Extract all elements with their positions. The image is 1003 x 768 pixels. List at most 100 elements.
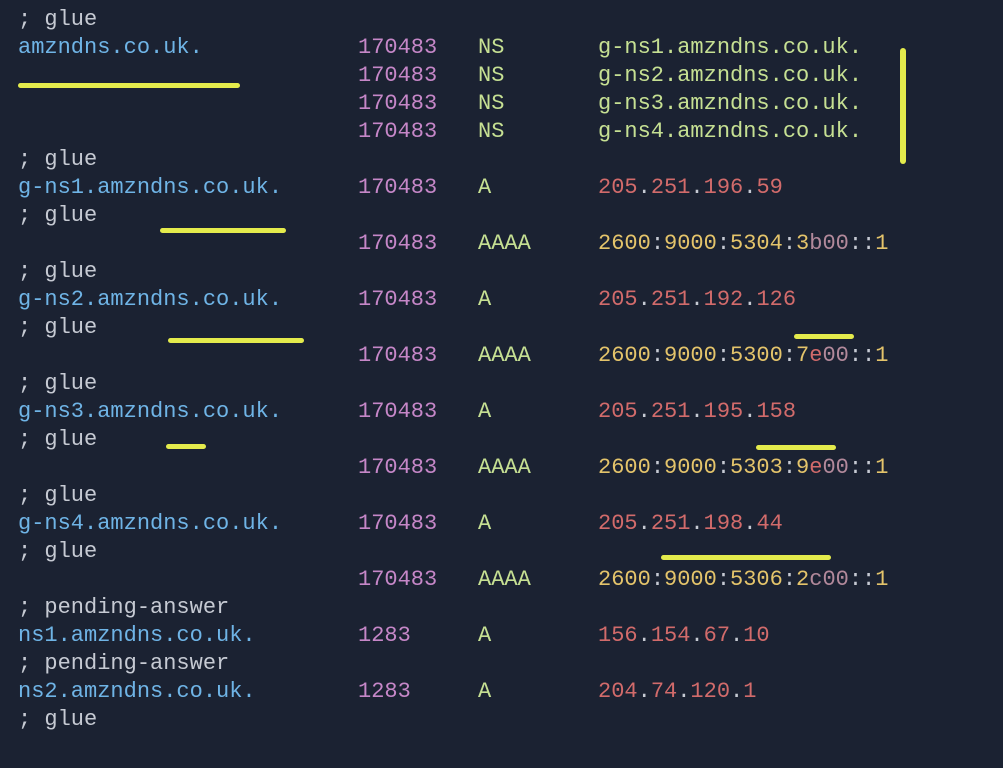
- record-row: ; glue: [18, 370, 888, 398]
- record-ttl: 170483: [358, 34, 478, 62]
- record-row: g-ns2.amzndns.co.uk.170483A205.251.192.1…: [18, 286, 888, 314]
- record-name: ; pending-answer: [18, 650, 358, 678]
- record-name: ; glue: [18, 146, 358, 174]
- record-ttl: 170483: [358, 90, 478, 118]
- record-type: [478, 370, 598, 398]
- record-ttl: 170483: [358, 454, 478, 482]
- record-type: [478, 650, 598, 678]
- record-value: [598, 370, 888, 398]
- record-ttl: [358, 370, 478, 398]
- record-value: [598, 706, 888, 734]
- record-name: [18, 118, 358, 146]
- record-type: A: [478, 622, 598, 650]
- record-row: 170483AAAA2600:9000:5304:3b00::1: [18, 230, 888, 258]
- record-ttl: [358, 482, 478, 510]
- record-ttl: 1283: [358, 678, 478, 706]
- record-ttl: [358, 258, 478, 286]
- record-name: ; pending-answer: [18, 594, 358, 622]
- record-ttl: 170483: [358, 510, 478, 538]
- record-table: ; glueamzndns.co.uk.170483NSg-ns1.amzndn…: [18, 6, 888, 734]
- record-value: [598, 314, 888, 342]
- record-name: [18, 454, 358, 482]
- record-ttl: 170483: [358, 174, 478, 202]
- record-type: AAAA: [478, 230, 598, 258]
- dns-text-block: ; glueamzndns.co.uk.170483NSg-ns1.amzndn…: [0, 0, 1003, 734]
- record-type: A: [478, 286, 598, 314]
- record-type: [478, 706, 598, 734]
- record-type: NS: [478, 90, 598, 118]
- record-type: [478, 202, 598, 230]
- record-type: AAAA: [478, 454, 598, 482]
- record-type: A: [478, 174, 598, 202]
- record-row: ; pending-answer: [18, 594, 888, 622]
- record-name: ; glue: [18, 482, 358, 510]
- record-type: [478, 594, 598, 622]
- record-value: 156.154.67.10: [598, 622, 888, 650]
- record-type: [478, 538, 598, 566]
- record-name: [18, 230, 358, 258]
- record-ttl: [358, 6, 478, 34]
- record-value: 205.251.192.126: [598, 286, 888, 314]
- record-row: 170483NSg-ns4.amzndns.co.uk.: [18, 118, 888, 146]
- record-row: 170483AAAA2600:9000:5300:7e00::1: [18, 342, 888, 370]
- record-ttl: 1283: [358, 622, 478, 650]
- record-type: [478, 482, 598, 510]
- record-value: g-ns4.amzndns.co.uk.: [598, 118, 888, 146]
- record-name: ; glue: [18, 314, 358, 342]
- record-ttl: [358, 146, 478, 174]
- record-name: [18, 62, 358, 90]
- record-ttl: [358, 426, 478, 454]
- record-ttl: 170483: [358, 118, 478, 146]
- record-ttl: 170483: [358, 62, 478, 90]
- record-row: ; glue: [18, 258, 888, 286]
- record-value: 2600:9000:5304:3b00::1: [598, 230, 888, 258]
- record-row: g-ns4.amzndns.co.uk.170483A205.251.198.4…: [18, 510, 888, 538]
- record-name: ; glue: [18, 6, 358, 34]
- record-name: ; glue: [18, 706, 358, 734]
- record-type: [478, 258, 598, 286]
- record-name: [18, 90, 358, 118]
- record-type: A: [478, 510, 598, 538]
- record-row: ; glue: [18, 706, 888, 734]
- record-ttl: 170483: [358, 286, 478, 314]
- record-row: ns2.amzndns.co.uk.1283A204.74.120.1: [18, 678, 888, 706]
- record-type: [478, 146, 598, 174]
- record-value: 2600:9000:5306:2c00::1: [598, 566, 888, 594]
- record-name: ns1.amzndns.co.uk.: [18, 622, 358, 650]
- record-name: [18, 566, 358, 594]
- record-value: g-ns2.amzndns.co.uk.: [598, 62, 888, 90]
- record-ttl: 170483: [358, 398, 478, 426]
- record-value: 205.251.198.44: [598, 510, 888, 538]
- record-value: 205.251.196.59: [598, 174, 888, 202]
- record-ttl: [358, 538, 478, 566]
- record-value: [598, 594, 888, 622]
- record-type: AAAA: [478, 566, 598, 594]
- record-ttl: [358, 202, 478, 230]
- record-name: ns2.amzndns.co.uk.: [18, 678, 358, 706]
- record-name: ; glue: [18, 258, 358, 286]
- record-name: g-ns2.amzndns.co.uk.: [18, 286, 358, 314]
- record-row: 170483AAAA2600:9000:5303:9e00::1: [18, 454, 888, 482]
- record-value: 205.251.195.158: [598, 398, 888, 426]
- record-row: ; glue: [18, 538, 888, 566]
- record-ttl: [358, 314, 478, 342]
- highlight-vertical-bar: [900, 48, 906, 164]
- record-name: ; glue: [18, 370, 358, 398]
- record-value: 204.74.120.1: [598, 678, 888, 706]
- record-value: g-ns1.amzndns.co.uk.: [598, 34, 888, 62]
- record-type: A: [478, 398, 598, 426]
- record-type: AAAA: [478, 342, 598, 370]
- record-row: amzndns.co.uk.170483NSg-ns1.amzndns.co.u…: [18, 34, 888, 62]
- record-value: g-ns3.amzndns.co.uk.: [598, 90, 888, 118]
- record-type: [478, 6, 598, 34]
- record-type: [478, 314, 598, 342]
- record-row: ; pending-answer: [18, 650, 888, 678]
- record-ttl: [358, 650, 478, 678]
- record-row: ; glue: [18, 314, 888, 342]
- record-name: g-ns3.amzndns.co.uk.: [18, 398, 358, 426]
- record-name: [18, 342, 358, 370]
- record-row: 170483NSg-ns3.amzndns.co.uk.: [18, 90, 888, 118]
- record-value: [598, 426, 888, 454]
- record-value: [598, 146, 888, 174]
- record-row: g-ns3.amzndns.co.uk.170483A205.251.195.1…: [18, 398, 888, 426]
